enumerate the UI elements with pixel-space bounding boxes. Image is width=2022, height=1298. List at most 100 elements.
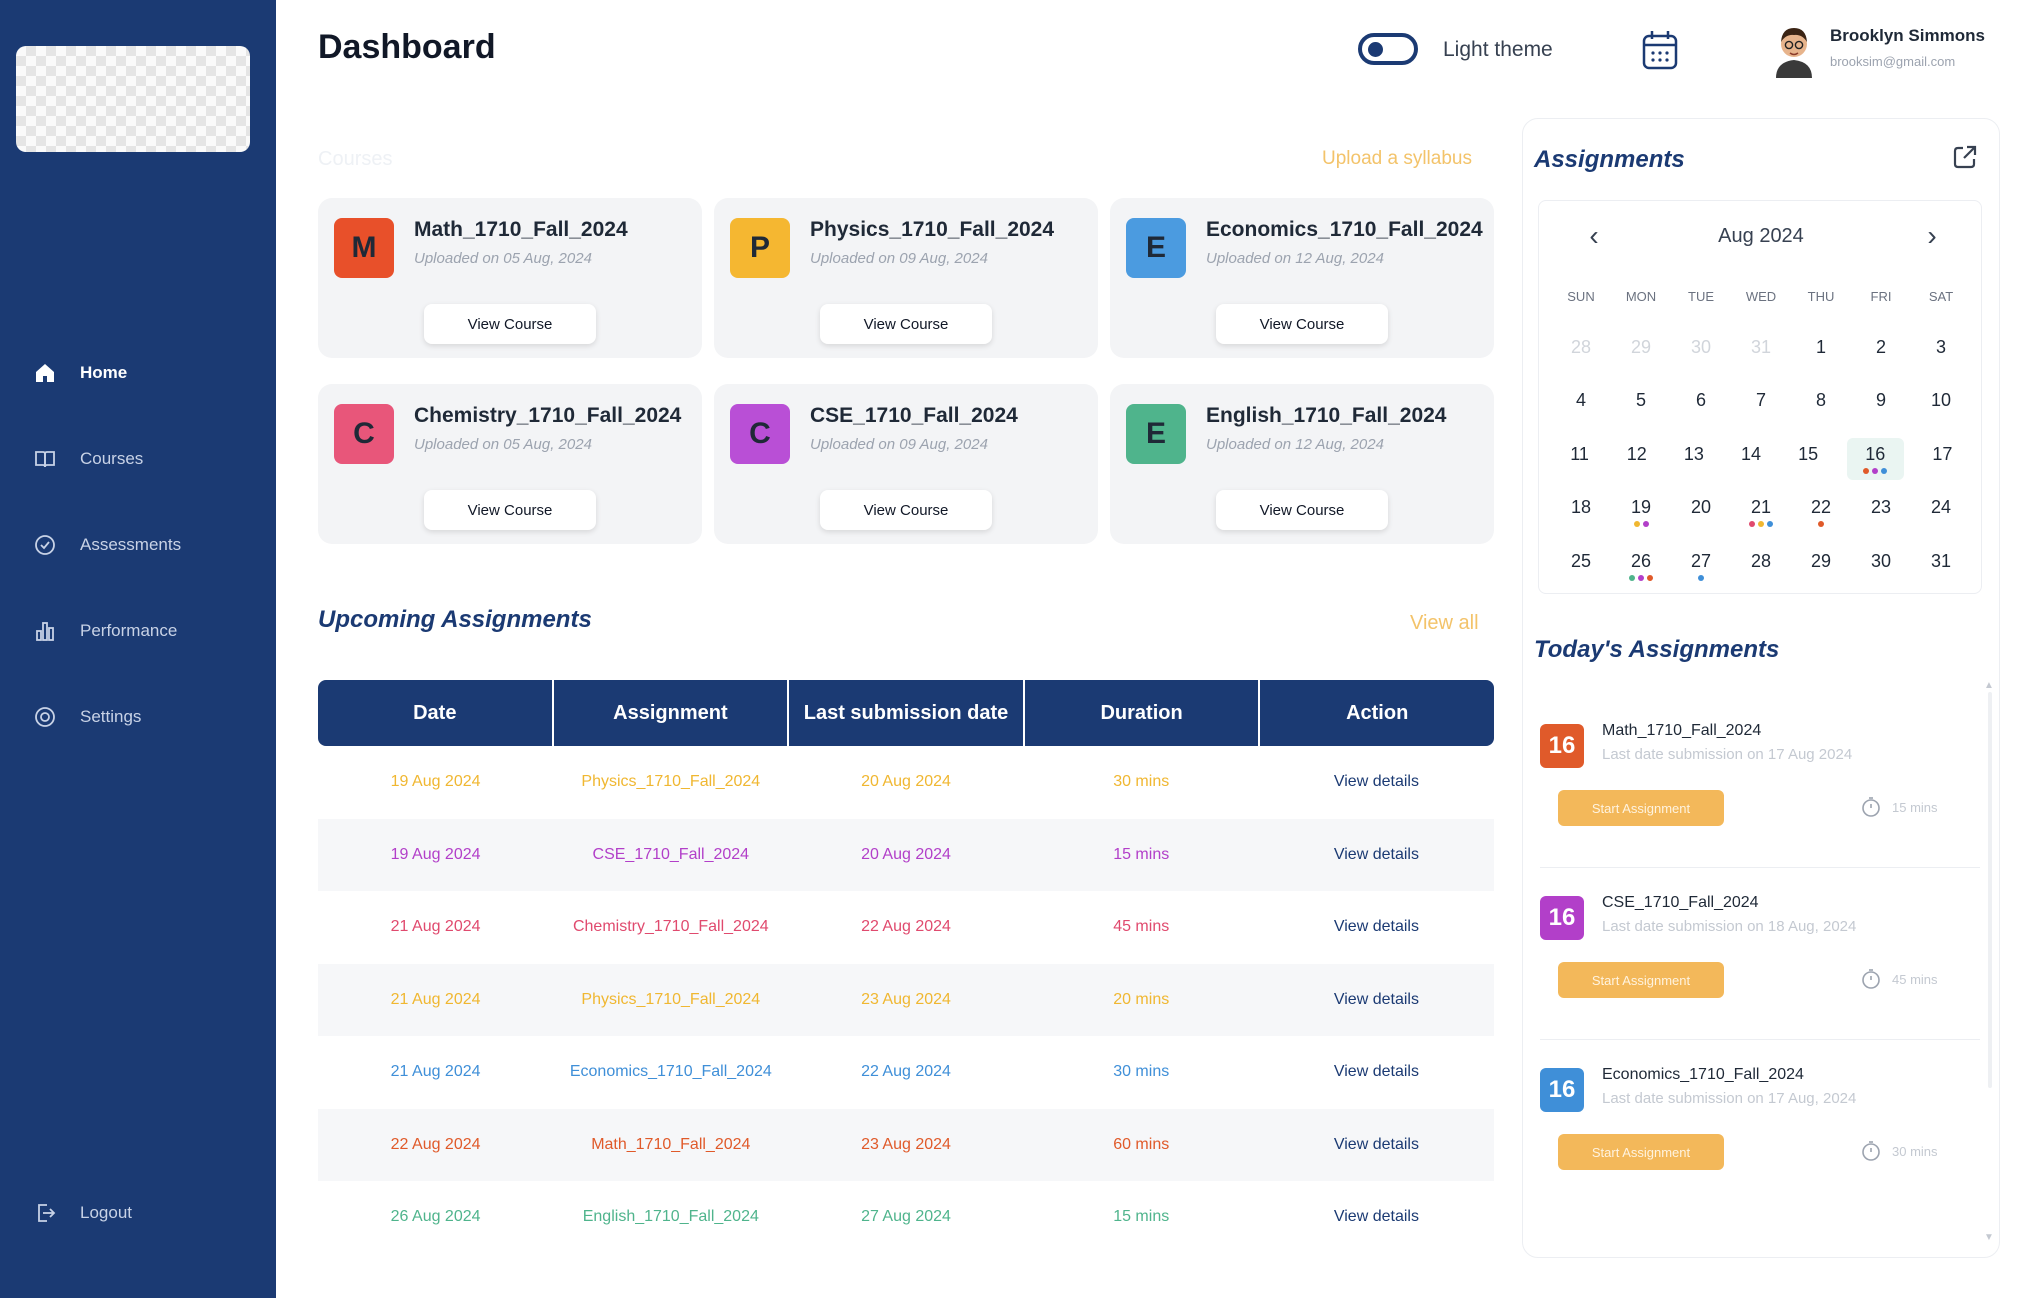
column-header: Duration — [1025, 680, 1261, 746]
calendar-day[interactable]: 22 — [1791, 486, 1851, 540]
sidebar-item-performance[interactable]: Performance — [0, 588, 276, 674]
sidebar-item-courses[interactable]: Courses — [0, 416, 276, 502]
calendar-day[interactable]: 21 — [1731, 486, 1791, 540]
view-course-button[interactable]: View Course — [1216, 490, 1388, 530]
cell-date: 21 Aug 2024 — [390, 1063, 481, 1081]
weekday-label: FRI — [1870, 289, 1892, 304]
view-details-link[interactable]: View details — [1259, 964, 1494, 1037]
calendar-day[interactable]: 6 — [1671, 379, 1731, 433]
scrollbar[interactable] — [1988, 692, 1992, 1088]
cell-date: 22 Aug 2024 — [390, 1135, 481, 1153]
calendar-day[interactable]: 14 — [1722, 432, 1779, 486]
calendar-day[interactable]: 30 — [1671, 325, 1731, 379]
book-icon — [32, 446, 58, 472]
logo-placeholder — [16, 46, 250, 152]
view-course-button[interactable]: View Course — [1216, 304, 1388, 344]
cell-last: 22 Aug 2024 — [861, 1063, 951, 1081]
view-details-link[interactable]: View details — [1259, 1181, 1494, 1254]
cell-last: 20 Aug 2024 — [861, 773, 951, 791]
cell-assignment: Chemistry_1710_Fall_2024 — [572, 918, 769, 936]
calendar-day[interactable]: 1 — [1791, 325, 1851, 379]
view-details-link[interactable]: View details — [1259, 1036, 1494, 1109]
calendar-day[interactable]: 20 — [1671, 486, 1731, 540]
view-course-button[interactable]: View Course — [424, 304, 596, 344]
calendar-day[interactable]: 7 — [1731, 379, 1791, 433]
view-details-link[interactable]: View details — [1259, 819, 1494, 892]
external-link-icon[interactable] — [1950, 142, 1980, 172]
sidebar-item-settings[interactable]: Settings — [0, 674, 276, 760]
course-upload-date: Uploaded on 05 Aug, 2024 — [414, 436, 592, 453]
calendar-day[interactable]: 8 — [1791, 379, 1851, 433]
calendar-day[interactable]: 19 — [1611, 486, 1671, 540]
assignment-dot — [1863, 467, 1870, 474]
calendar-day[interactable]: 26 — [1611, 539, 1671, 593]
calendar-icon[interactable] — [1640, 28, 1680, 72]
view-details-link[interactable]: View details — [1259, 891, 1494, 964]
sidebar-item-home[interactable]: Home — [0, 330, 276, 416]
day-number: 31 — [1930, 550, 1952, 571]
calendar-day[interactable]: 5 — [1611, 379, 1671, 433]
calendar-day[interactable]: 31 — [1911, 539, 1971, 593]
cell-date: 26 Aug 2024 — [390, 1208, 481, 1226]
calendar-day[interactable]: 27 — [1671, 539, 1731, 593]
theme-toggle[interactable] — [1358, 33, 1418, 65]
calendar-day[interactable]: 18 — [1551, 486, 1611, 540]
cell-date: 19 Aug 2024 — [390, 845, 481, 863]
table-header: Date Assignment Last submission date Durati… — [318, 680, 1494, 746]
course-card: C Chemistry_1710_Fall_2024 Uploaded on 05 … — [318, 384, 702, 544]
start-assignment-button[interactable]: Start Assignment — [1558, 962, 1724, 998]
course-name: Chemistry_1710_Fall_2024 — [414, 404, 682, 427]
calendar-day[interactable]: 31 — [1731, 325, 1791, 379]
sidebar-nav: Home Courses Assessments Performance Set… — [0, 330, 276, 760]
upload-syllabus-link[interactable]: Upload a syllabus — [1322, 148, 1472, 170]
calendar-day[interactable]: 29 — [1791, 539, 1851, 593]
day-number: 16 — [1865, 443, 1886, 464]
start-assignment-button[interactable]: Start Assignment — [1558, 1134, 1724, 1170]
calendar-day[interactable]: 29 — [1611, 325, 1671, 379]
calendar-day[interactable]: 25 — [1551, 539, 1611, 593]
calendar-day[interactable]: 15 — [1780, 432, 1837, 486]
start-assignment-button[interactable]: Start Assignment — [1558, 790, 1724, 826]
view-details-link[interactable]: View details — [1259, 746, 1494, 819]
assignment-dots — [1698, 574, 1704, 581]
day-number: 8 — [1815, 390, 1826, 411]
view-all-link[interactable]: View all — [1410, 612, 1479, 635]
view-course-button[interactable]: View Course — [820, 490, 992, 530]
scroll-up-icon[interactable]: ▲ — [1984, 680, 1994, 691]
day-number: 10 — [1930, 390, 1952, 411]
duration-text: 45 mins — [1892, 972, 1938, 987]
view-course-button[interactable]: View Course — [424, 490, 596, 530]
chevron-right-icon[interactable]: › — [1917, 220, 1947, 251]
calendar-day[interactable]: 2 — [1851, 325, 1911, 379]
calendar-day[interactable]: 16 — [1846, 438, 1904, 480]
avatar[interactable] — [1770, 22, 1818, 78]
scroll-down-icon[interactable]: ▼ — [1984, 1232, 1994, 1243]
calendar-day[interactable]: 13 — [1665, 432, 1722, 486]
calendar-day[interactable]: 24 — [1911, 486, 1971, 540]
view-course-button[interactable]: View Course — [820, 304, 992, 344]
calendar-day[interactable]: 28 — [1551, 325, 1611, 379]
assignment-dot — [1698, 574, 1704, 581]
calendar-day[interactable]: 9 — [1851, 379, 1911, 433]
calendar-day[interactable]: 28 — [1731, 539, 1791, 593]
todays-assignment-card: 16 CSE_1710_Fall_2024 Last date submission… — [1540, 876, 1980, 1040]
day-number: 2 — [1875, 336, 1886, 357]
calendar-day[interactable]: 12 — [1608, 432, 1665, 486]
cell-last: 27 Aug 2024 — [861, 1208, 951, 1226]
date-badge: 16 — [1540, 724, 1584, 768]
view-details-link[interactable]: View details — [1259, 1109, 1494, 1182]
sidebar-item-assessments[interactable]: Assessments — [0, 502, 276, 588]
calendar-day[interactable]: 30 — [1851, 539, 1911, 593]
calendar-day[interactable]: 11 — [1551, 432, 1608, 486]
cell-assignment: Economics_1710_Fall_2024 — [569, 1063, 772, 1081]
calendar-day[interactable]: 4 — [1551, 379, 1611, 433]
assessment-icon — [32, 532, 58, 558]
logout-button[interactable]: Logout — [0, 1170, 276, 1256]
calendar-day[interactable]: 23 — [1851, 486, 1911, 540]
date-badge: 16 — [1540, 896, 1584, 940]
calendar-day[interactable]: 17 — [1914, 432, 1971, 486]
calendar-day[interactable]: 10 — [1911, 379, 1971, 433]
course-name: Math_1710_Fall_2024 — [414, 218, 628, 241]
user-email: brooksim@gmail.com — [1830, 54, 1956, 69]
calendar-day[interactable]: 3 — [1911, 325, 1971, 379]
